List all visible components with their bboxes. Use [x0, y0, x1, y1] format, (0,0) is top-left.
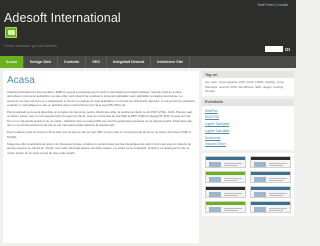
- nav-item-contorte[interactable]: Contorte: [58, 56, 87, 68]
- search-area: Gt: [265, 46, 290, 52]
- top-link-contact[interactable]: Kontakt: [277, 3, 288, 7]
- site-title[interactable]: Adesoft International: [4, 11, 121, 25]
- page-title: Acasa: [7, 75, 35, 86]
- tags-widget-text: site, web, server apache, PHP, JAVA, HTM…: [205, 80, 285, 93]
- main-content: Acasa Adesoft International a fost creea…: [3, 71, 199, 243]
- portfolio-thumbnail[interactable]: [205, 156, 246, 169]
- portfolio-links: WebPlus RNA/TRS Logiter Specialist Logit…: [202, 106, 294, 151]
- portfolio-thumbnail[interactable]: [205, 186, 246, 199]
- portfolio-thumbnail[interactable]: [250, 201, 291, 214]
- nav-item-design-web[interactable]: Design Web: [24, 56, 58, 68]
- portfolio-link[interactable]: Logiter Specialist: [205, 121, 291, 128]
- portfolio-thumbnail[interactable]: [250, 156, 291, 169]
- portfolio-widget-title: Portofolio: [202, 98, 294, 106]
- portfolio-thumbnail[interactable]: [205, 201, 246, 214]
- thumbnails-widget: [202, 153, 294, 217]
- portfolio-link[interactable]: Logiter Specialist: [205, 128, 291, 135]
- portfolio-widget: Portofolio WebPlus RNA/TRS Logiter Speci…: [202, 98, 294, 151]
- nav-item-integritatt-dewent[interactable]: Integritatt Dewent: [107, 56, 152, 68]
- search-button[interactable]: Gt: [285, 47, 290, 52]
- top-links: Seite Ferien | Kontakt: [257, 3, 288, 7]
- thumbnail-grid: [202, 153, 294, 216]
- portfolio-link[interactable]: Antocarnet: [205, 135, 291, 142]
- content-paragraph: Adesoft International a fost creeata in …: [7, 90, 195, 107]
- portfolio-thumbnail[interactable]: [250, 186, 291, 199]
- content-paragraph: Pentru aplicatii va pune la dispozitie u…: [7, 110, 193, 128]
- portfolio-link[interactable]: Tabaceo Silver: [205, 141, 291, 148]
- nav-item-intretinere-site[interactable]: Intretinere Site: [151, 56, 191, 68]
- sidebar: Tag ori site, web, server apache, PHP, J…: [202, 71, 294, 243]
- top-link-login[interactable]: Seite Ferien: [257, 3, 274, 7]
- portfolio-thumbnail[interactable]: [205, 171, 246, 184]
- tags-widget-title: Tag ori: [202, 71, 294, 78]
- site-header: Seite Ferien | Kontakt Adesoft Internati…: [0, 0, 296, 56]
- portfolio-link[interactable]: RNA/TRS: [205, 114, 291, 121]
- nav-item-seo[interactable]: SEO: [86, 56, 108, 68]
- content-paragraph: Toate site-urile beneficiaza de sistem d…: [7, 141, 191, 155]
- site-tagline: Gutes software genau lieferen: [4, 43, 58, 48]
- portfolio-link[interactable]: WebPlus: [205, 108, 291, 115]
- tags-widget: Tag ori site, web, server apache, PHP, J…: [202, 71, 294, 96]
- portfolio-thumbnail[interactable]: [250, 171, 291, 184]
- nav-item-acasa[interactable]: Acasa: [0, 56, 24, 68]
- content-paragraph: Pentru afacere care isi doresc o firma w…: [7, 130, 192, 139]
- main-nav: Acasa Design Web Contorte SEO Integritat…: [0, 56, 296, 68]
- logo-icon[interactable]: [5, 27, 17, 38]
- search-input[interactable]: [265, 46, 283, 52]
